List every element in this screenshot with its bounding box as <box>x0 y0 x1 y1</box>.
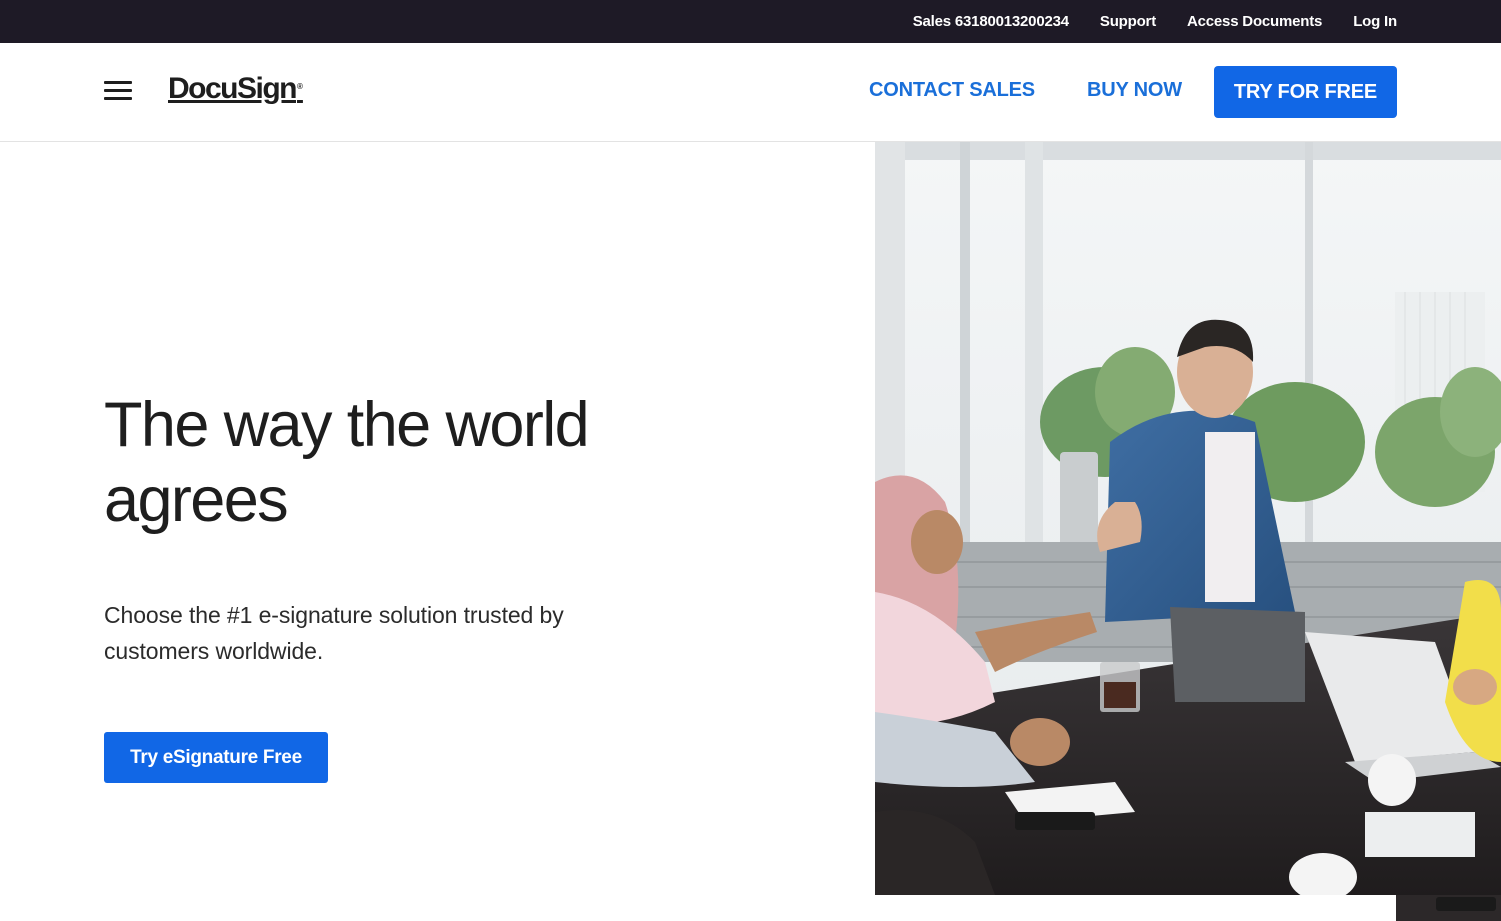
sales-phone-link[interactable]: Sales 63180013200234 <box>913 13 1069 30</box>
hero-title-line2: agrees <box>104 465 289 535</box>
support-link[interactable]: Support <box>1100 13 1156 30</box>
try-esignature-free-button[interactable]: Try eSignature Free <box>104 732 328 783</box>
menu-line <box>104 89 132 92</box>
hero-photo-overflow <box>1396 895 1501 921</box>
hamburger-menu-icon[interactable] <box>104 79 132 101</box>
buy-now-link[interactable]: BUY NOW <box>1087 79 1182 102</box>
hero-photo-meeting <box>875 142 1501 895</box>
utility-bar: Sales 63180013200234 Support Access Docu… <box>0 0 1501 43</box>
access-documents-link[interactable]: Access Documents <box>1187 13 1322 30</box>
logo-text: DocuSign <box>168 72 298 105</box>
menu-line <box>104 97 132 100</box>
contact-sales-link[interactable]: CONTACT SALES <box>869 79 1035 102</box>
menu-line <box>104 81 132 84</box>
hero-subtitle: Choose the #1 e-signature solution trust… <box>104 597 664 669</box>
hero-subtitle-line2: customers worldwide. <box>104 638 324 664</box>
hero-title: The way the world agrees <box>104 388 724 538</box>
docusign-logo[interactable]: DocuSign® <box>168 72 303 106</box>
utility-links: Sales 63180013200234 Support Access Docu… <box>913 0 1397 43</box>
try-for-free-button[interactable]: TRY FOR FREE <box>1214 66 1397 118</box>
hero-title-line1: The way the world <box>104 390 590 460</box>
registered-mark: ® <box>297 82 303 91</box>
hero-subtitle-line1: Choose the #1 e-signature solution trust… <box>104 602 564 628</box>
main-header: DocuSign® CONTACT SALES BUY NOW TRY FOR … <box>0 43 1501 142</box>
log-in-link[interactable]: Log In <box>1353 13 1397 30</box>
